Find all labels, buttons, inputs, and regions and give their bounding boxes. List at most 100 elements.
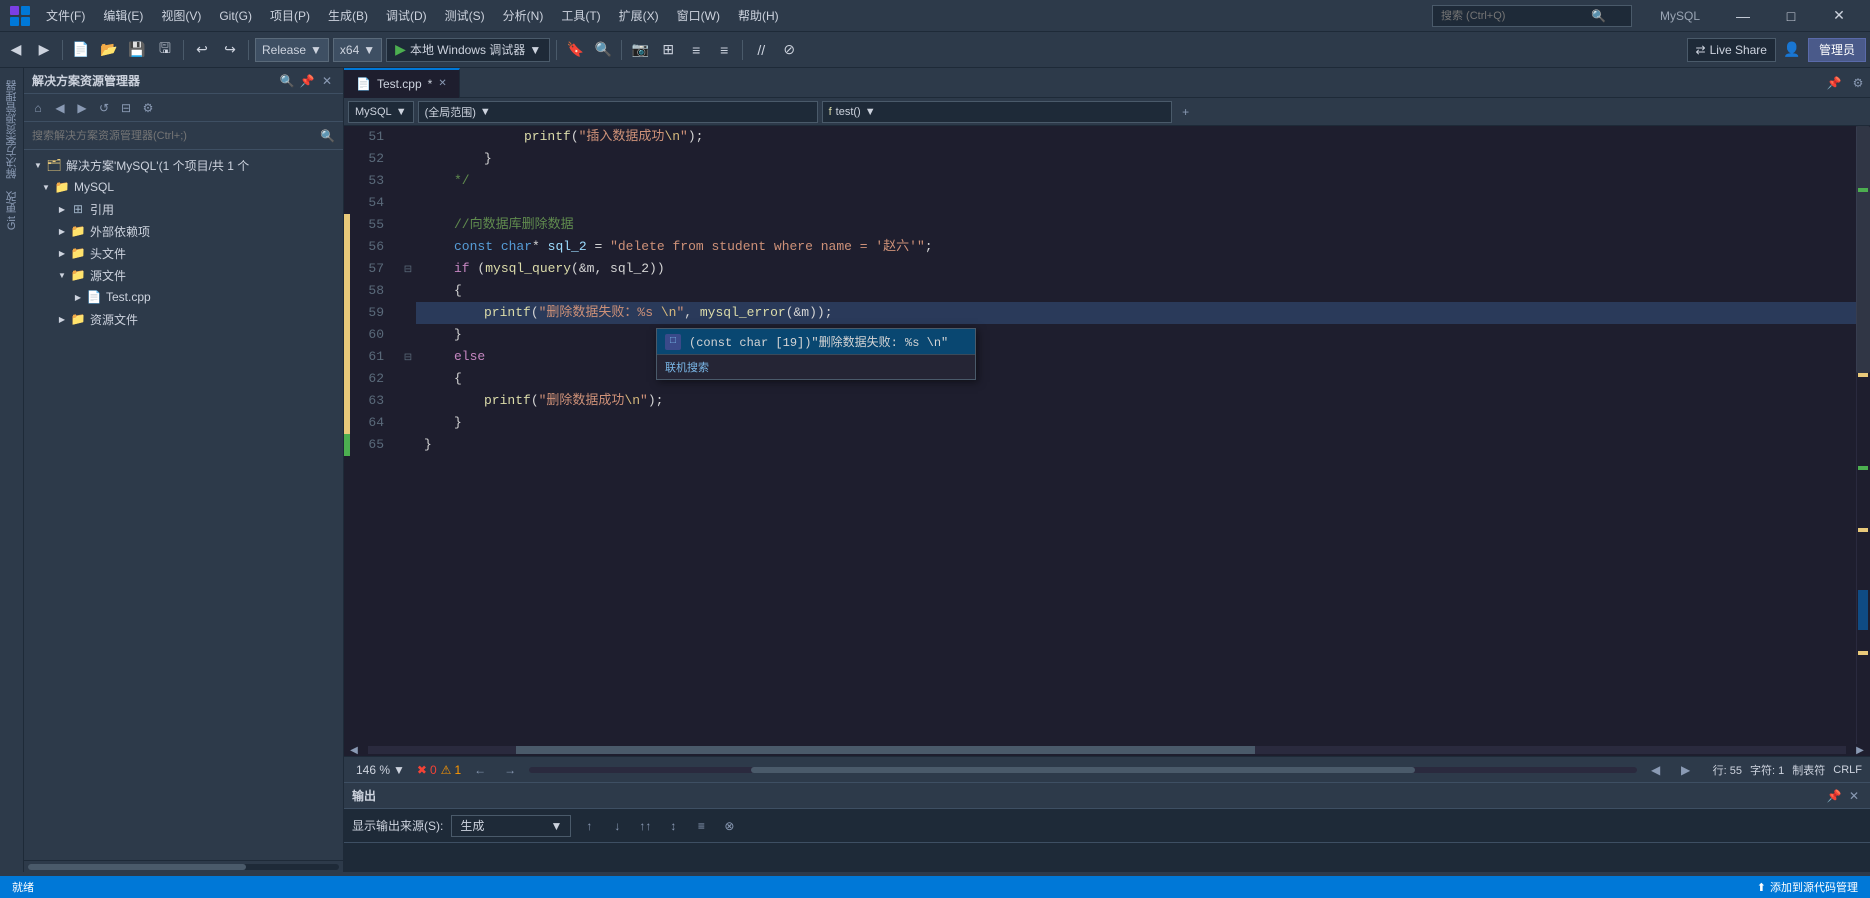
scroll-track-h[interactable] [368, 746, 1846, 754]
code-line-57[interactable]: if (mysql_query(&m, sql_2)) [416, 258, 1856, 280]
tree-external-deps[interactable]: ▶ 📁 外部依赖项 [24, 220, 343, 242]
global-search-box[interactable]: 🔍 [1432, 5, 1632, 27]
code-line-59[interactable]: printf("删除数据失败：%s \n", mysql_error(&m)); [416, 302, 1856, 324]
scroll-start-btn[interactable]: ◀ [1645, 759, 1667, 781]
next-error-btn[interactable]: → [499, 759, 521, 781]
error-count[interactable]: ✖ 0 [417, 763, 437, 777]
save-all-button[interactable]: 🖫 [153, 38, 177, 62]
code-content[interactable]: printf("插入数据成功\n"); } */ //向数据库删除数据 [416, 126, 1856, 744]
git-changes-toggle[interactable]: Git 更改 [2, 187, 22, 234]
tab-testcpp-close[interactable]: ✕ [438, 78, 446, 89]
menu-build[interactable]: 生成(B) [320, 5, 376, 26]
output-btn-3[interactable]: ↑↑ [635, 816, 655, 836]
global-search-input[interactable] [1441, 10, 1591, 22]
fold-61[interactable]: ⊟ [400, 346, 416, 368]
autocomplete-action-search[interactable]: 联机搜索 [657, 354, 975, 379]
menu-view[interactable]: 视图(V) [153, 5, 209, 26]
close-sidebar-icon[interactable]: ✕ [319, 73, 335, 89]
search-toolbar-button[interactable]: 🔍 [591, 38, 615, 62]
scroll-end-btn[interactable]: ▶ [1675, 759, 1697, 781]
output-close-icon[interactable]: ✕ [1846, 788, 1862, 804]
editor-scrollbar-v[interactable] [1856, 126, 1870, 744]
menu-analyze[interactable]: 分析(N) [495, 5, 552, 26]
redo-button[interactable]: ↪ [218, 38, 242, 62]
sidebar-forward-btn[interactable]: ▶ [72, 98, 92, 118]
tree-resources[interactable]: ▶ 📁 资源文件 [24, 308, 343, 330]
menu-edit[interactable]: 编辑(E) [95, 5, 151, 26]
fold-57[interactable]: ⊟ [400, 258, 416, 280]
tree-solution[interactable]: ▼ 🗂 解决方案'MySQL'(1 个项目/共 1 个 [24, 154, 343, 176]
menu-debug[interactable]: 调试(D) [378, 5, 435, 26]
menu-help[interactable]: 帮助(H) [730, 5, 787, 26]
solution-explorer-toggle[interactable]: 解决方案资源管理器 [2, 76, 22, 183]
editor-settings-icon[interactable]: ⚙ [1850, 75, 1866, 91]
code-line-55[interactable]: //向数据库删除数据 [416, 214, 1856, 236]
language-dropdown[interactable]: MySQL ▼ [348, 101, 414, 123]
search-in-sidebar-icon[interactable]: 🔍 [279, 73, 295, 89]
code-line-60[interactable]: } [416, 324, 1856, 346]
warning-count[interactable]: ⚠ 1 [441, 763, 461, 777]
code-line-51[interactable]: printf("插入数据成功\n"); [416, 126, 1856, 148]
code-line-61[interactable]: else [416, 346, 1856, 368]
output-btn-4[interactable]: ↕ [663, 816, 683, 836]
sidebar-scrollbar-h[interactable] [24, 860, 343, 872]
code-line-62[interactable]: { [416, 368, 1856, 390]
editor-scrollbar-h[interactable]: ◀ ▶ [344, 744, 1870, 756]
menu-file[interactable]: 文件(F) [38, 5, 93, 26]
account-button[interactable]: 👤 [1780, 38, 1804, 62]
code-line-63[interactable]: printf("删除数据成功\n"); [416, 390, 1856, 412]
menu-tools[interactable]: 工具(T) [553, 5, 608, 26]
scroll-thumb-h[interactable] [516, 746, 1255, 754]
code-line-65[interactable]: } [416, 434, 1856, 456]
save-button[interactable]: 💾 [125, 38, 149, 62]
tree-testcpp[interactable]: ▶ 📄 Test.cpp [24, 286, 343, 308]
autocomplete-item-0[interactable]: □ (const char [19])"删除数据失败: %s \n" [657, 329, 975, 354]
undo-button[interactable]: ↩ [190, 38, 214, 62]
function-dropdown[interactable]: f test() ▼ [822, 101, 1172, 123]
sidebar-home-btn[interactable]: ⌂ [28, 98, 48, 118]
menu-window[interactable]: 窗口(W) [669, 5, 728, 26]
sidebar-collapse-btn[interactable]: ⊟ [116, 98, 136, 118]
screenshot-button[interactable]: 📷 [628, 38, 652, 62]
scope-dropdown[interactable]: (全局范围) ▼ [418, 101, 818, 123]
tree-headers[interactable]: ▶ 📁 头文件 [24, 242, 343, 264]
forward-button[interactable]: ▶ [32, 38, 56, 62]
output-btn-1[interactable]: ↑ [579, 816, 599, 836]
prev-error-btn[interactable]: ← [469, 759, 491, 781]
output-btn-2[interactable]: ↓ [607, 816, 627, 836]
menu-extensions[interactable]: 扩展(X) [611, 5, 667, 26]
liveshare-button[interactable]: ⇄ Live Share [1687, 38, 1776, 62]
code-line-53[interactable]: */ [416, 170, 1856, 192]
uncomment-button[interactable]: ⊘ [777, 38, 801, 62]
close-button[interactable]: ✕ [1816, 0, 1862, 32]
tree-sources[interactable]: ▼ 📁 源文件 [24, 264, 343, 286]
code-editor[interactable]: 51 52 53 54 55 56 57 58 59 60 61 62 63 6… [344, 126, 1870, 744]
new-file-button[interactable]: 📄 [69, 38, 93, 62]
output-source-dropdown[interactable]: 生成 ▼ [451, 815, 571, 837]
zoom-dropdown[interactable]: 146 % ▼ [352, 761, 409, 779]
maximize-button[interactable]: □ [1768, 0, 1814, 32]
scroll-left-btn[interactable]: ◀ [344, 745, 364, 756]
format-button[interactable]: ⊞ [656, 38, 680, 62]
manage-button[interactable]: 管理员 [1808, 38, 1866, 62]
open-button[interactable]: 📂 [97, 38, 121, 62]
output-pin-icon[interactable]: 📌 [1826, 788, 1842, 804]
code-line-52[interactable]: } [416, 148, 1856, 170]
output-btn-5[interactable]: ≡ [691, 816, 711, 836]
sidebar-settings-btn[interactable]: ⚙ [138, 98, 158, 118]
comment-button[interactable]: // [749, 38, 773, 62]
status-ready[interactable]: 就绪 [8, 879, 38, 895]
run-debug-button[interactable]: ▶ 本地 Windows 调试器 ▼ [386, 38, 550, 62]
editor-pin-icon[interactable]: 📌 [1826, 75, 1842, 91]
menu-git[interactable]: Git(G) [211, 7, 260, 25]
code-line-54[interactable] [416, 192, 1856, 214]
bookmark-button[interactable]: 🔖 [563, 38, 587, 62]
sidebar-refresh-btn[interactable]: ↺ [94, 98, 114, 118]
code-line-64[interactable]: } [416, 412, 1856, 434]
minimize-button[interactable]: — [1720, 0, 1766, 32]
sidebar-back-btn[interactable]: ◀ [50, 98, 70, 118]
tree-project-mysql[interactable]: ▼ 📁 MySQL [24, 176, 343, 198]
outdent-button[interactable]: ≡ [712, 38, 736, 62]
add-scope-button[interactable]: + [1176, 102, 1196, 122]
code-line-58[interactable]: { [416, 280, 1856, 302]
